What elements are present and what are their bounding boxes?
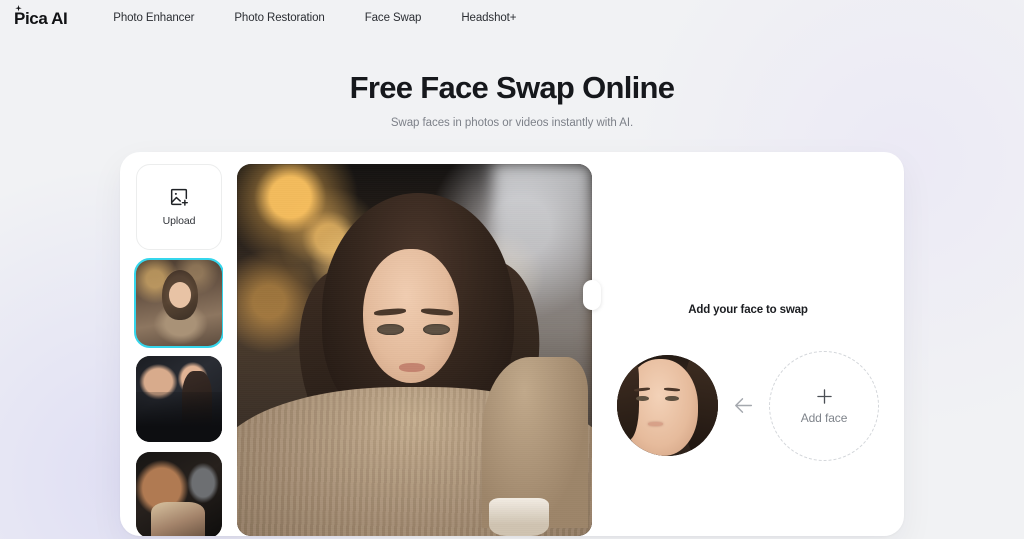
preview-image[interactable] — [237, 163, 592, 536]
avatar-eye-right — [665, 395, 679, 402]
nav-item-face-swap[interactable]: Face Swap — [363, 8, 424, 28]
site-header: Pica AI Photo Enhancer Photo Restoration… — [0, 0, 1024, 36]
upload-label: Upload — [162, 215, 196, 228]
preview-lips — [398, 362, 426, 372]
sparkle-icon — [15, 4, 22, 11]
source-face-avatar[interactable] — [617, 355, 718, 457]
template-rail[interactable]: Upload — [120, 152, 223, 536]
page-subtitle: Swap faces in photos or videos instantly… — [390, 116, 634, 129]
template-thumbnail-image — [136, 259, 222, 346]
preview-coffee-cup — [489, 498, 550, 536]
avatar-lips — [648, 421, 664, 426]
template-thumbnail-1[interactable] — [134, 257, 223, 348]
nav-item-photo-restoration[interactable]: Photo Restoration — [232, 8, 326, 28]
template-thumbnail-3[interactable] — [136, 451, 222, 536]
template-thumbnail-image — [136, 451, 222, 536]
drag-handle-icon[interactable] — [583, 279, 601, 310]
add-face-panel: Add your face to swap Add face — [592, 152, 904, 536]
face-swap-workspace: Upload Add your face to swap Add face — [120, 151, 904, 536]
main-navigation: Photo Enhancer Photo Restoration Face Sw… — [111, 8, 518, 28]
brand-name: Pica AI — [14, 8, 68, 28]
add-face-panel-title: Add your face to swap — [688, 303, 808, 316]
template-thumbnail-image — [136, 355, 222, 442]
add-face-button[interactable]: Add face — [769, 350, 879, 461]
page-title: Free Face Swap Online — [349, 70, 675, 105]
template-rail-scroll: Upload — [134, 163, 223, 536]
upload-button[interactable]: Upload — [136, 163, 222, 250]
nav-item-headshot-plus[interactable]: Headshot+ — [459, 8, 518, 28]
plus-icon — [816, 389, 832, 404]
arrow-left-icon — [731, 393, 756, 418]
template-thumbnail-2[interactable] — [136, 355, 222, 442]
face-row: Add face — [617, 350, 879, 461]
hero-section: Free Face Swap Online Swap faces in phot… — [0, 70, 1024, 129]
image-add-icon — [170, 189, 188, 206]
preview-container — [223, 152, 601, 536]
brand-logo[interactable]: Pica AI — [8, 4, 73, 28]
add-face-label: Add face — [800, 411, 848, 426]
nav-item-photo-enhancer[interactable]: Photo Enhancer — [111, 8, 196, 28]
avatar-eye-left — [636, 395, 650, 402]
